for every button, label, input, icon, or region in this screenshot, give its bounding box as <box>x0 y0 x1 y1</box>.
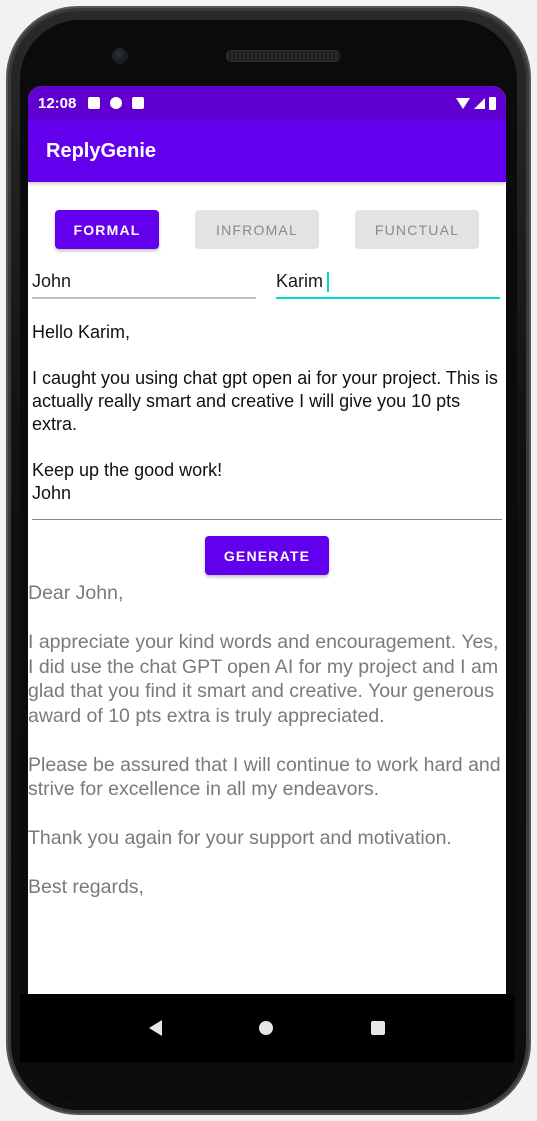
recent-apps-icon[interactable] <box>371 1021 386 1035</box>
text-cursor <box>327 272 329 292</box>
app-title: ReplyGenie <box>46 139 157 162</box>
generate-row: GENERATE <box>28 536 506 575</box>
wifi-icon <box>456 97 470 109</box>
sender-field-wrap <box>32 267 256 299</box>
main-content: FORMAL INFROMAL FUNCTUAL Hello Karim, I … <box>28 210 506 900</box>
notification-icon <box>88 97 101 109</box>
app-screen: 12:08 ReplyGenie FORMAL INFROMAL FUNCTUA… <box>28 86 506 994</box>
status-indicators <box>456 96 496 110</box>
name-fields-row <box>32 267 500 299</box>
tab-informal[interactable]: INFROMAL <box>195 210 319 249</box>
recipient-name-input[interactable] <box>276 267 500 299</box>
earpiece-speaker <box>226 50 340 62</box>
sd-card-icon <box>132 97 145 109</box>
generate-button[interactable]: GENERATE <box>205 536 329 575</box>
tone-tabs: FORMAL INFROMAL FUNCTUAL <box>28 210 506 249</box>
message-input[interactable]: Hello Karim, I caught you using chat gpt… <box>32 321 502 520</box>
signal-icon <box>474 97 485 109</box>
navigation-bar <box>20 994 514 1062</box>
battery-icon <box>489 96 496 110</box>
front-camera <box>112 48 128 64</box>
home-icon[interactable] <box>259 1021 274 1035</box>
status-time: 12:08 <box>38 94 77 112</box>
sender-name-input[interactable] <box>32 267 256 299</box>
app-bar: ReplyGenie <box>28 120 506 182</box>
back-icon[interactable] <box>148 1020 162 1036</box>
status-bar: 12:08 <box>28 86 506 120</box>
sync-icon <box>110 97 123 109</box>
recipient-field-wrap <box>276 267 500 299</box>
generated-reply: Dear John, I appreciate your kind words … <box>28 582 501 898</box>
tab-formal[interactable]: FORMAL <box>55 210 159 249</box>
tab-functual[interactable]: FUNCTUAL <box>355 210 479 249</box>
